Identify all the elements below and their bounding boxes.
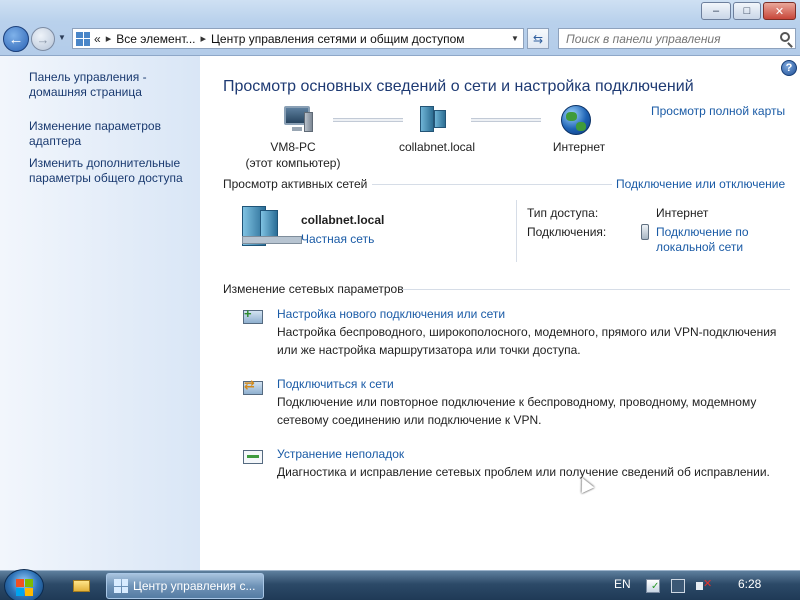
task-troubleshoot[interactable]: Устранение неполадок (277, 447, 404, 461)
nav-advanced-sharing[interactable]: Изменить дополнительные параметры общего… (29, 156, 194, 186)
recent-pages-dropdown[interactable]: ▼ (58, 33, 66, 42)
network-name-label: collabnet.local (398, 140, 476, 154)
network-tray-icon[interactable] (671, 579, 685, 593)
maximize-button[interactable]: □ (733, 2, 761, 20)
taskbar-window-button[interactable]: Центр управления с... (106, 573, 264, 599)
section-divider (372, 184, 612, 185)
taskbar-window-label: Центр управления с... (133, 579, 256, 593)
task-troubleshoot-desc: Диагностика и исправление сетевых пробле… (277, 465, 770, 479)
address-bar[interactable]: « ▸ Все элемент... ▸ Центр управления се… (72, 28, 524, 49)
nav-control-panel-home[interactable]: Панель управления - домашняя страница (29, 70, 194, 100)
search-input[interactable] (559, 31, 769, 46)
forward-button[interactable]: → (31, 27, 55, 51)
network-center-icon (114, 579, 128, 593)
action-center-icon[interactable] (646, 579, 660, 593)
full-map-link[interactable]: Просмотр полной карты (651, 104, 785, 118)
window-titlebar: – □ ✕ ← → ▼ « ▸ Все элемент... ▸ Центр у… (0, 0, 800, 56)
task-connect-network-desc: Подключение или повторное подключение к … (277, 395, 757, 427)
section-divider (402, 289, 790, 290)
clock[interactable]: 6:28 (738, 577, 761, 591)
active-network-name: collabnet.local (301, 213, 385, 227)
breadcrumb-overflow[interactable]: « (94, 32, 101, 46)
active-network-icon[interactable] (242, 206, 302, 248)
breadcrumb-network-center[interactable]: Центр управления сетями и общим доступом (211, 32, 465, 46)
vertical-divider (516, 200, 517, 262)
computer-icon (282, 106, 316, 134)
local-connection-link[interactable]: Подключение по локальной сети (656, 225, 766, 255)
volume-muted-icon[interactable]: ✕ (695, 578, 712, 593)
connection-line (333, 118, 403, 122)
close-button[interactable]: ✕ (763, 2, 796, 20)
explorer-taskbar-button[interactable] (68, 575, 94, 597)
minimize-button[interactable]: – (701, 2, 731, 20)
computer-note: (этот компьютер) (245, 156, 341, 170)
computer-name: VM8-PC (270, 140, 316, 154)
left-nav-pane: Панель управления - домашняя страница Из… (0, 56, 200, 570)
taskbar: Центр управления с... EN ✕ 6:28 (0, 569, 800, 600)
folder-icon (73, 580, 90, 592)
connect-disconnect-link[interactable]: Подключение или отключение (616, 177, 785, 191)
address-dropdown-icon[interactable]: ▼ (507, 34, 523, 43)
ethernet-plug-icon (641, 224, 649, 240)
connect-network-icon: ⇄ (243, 378, 265, 398)
active-networks-heading: Просмотр активных сетей (223, 177, 368, 191)
breadcrumb-separator-icon[interactable]: ▸ (106, 32, 112, 45)
nav-adapter-settings[interactable]: Изменение параметров адаптера (29, 119, 194, 149)
breadcrumb-all-items[interactable]: Все элемент... (116, 32, 195, 46)
troubleshoot-icon (243, 447, 265, 467)
page-title: Просмотр основных сведений о сети и наст… (223, 78, 694, 95)
refresh-button[interactable]: ⇆ (527, 28, 549, 49)
access-type-value: Интернет (656, 206, 709, 220)
internet-globe-icon (561, 105, 591, 135)
task-new-connection-desc: Настройка беспроводного, широкополосного… (277, 325, 777, 357)
network-icon (420, 106, 452, 134)
network-type-link[interactable]: Частная сеть (301, 232, 374, 246)
start-button[interactable] (4, 569, 44, 600)
connection-line (471, 118, 541, 122)
help-icon[interactable]: ? (781, 60, 797, 76)
refresh-icon: ⇆ (532, 31, 544, 46)
back-arrow-icon: ← (8, 30, 24, 48)
control-panel-icon (76, 31, 90, 46)
change-settings-heading: Изменение сетевых параметров (223, 282, 404, 296)
language-indicator[interactable]: EN (614, 577, 631, 591)
connections-label: Подключения: (527, 225, 607, 239)
breadcrumb-separator-icon[interactable]: ▸ (200, 32, 206, 45)
back-button[interactable]: ← (3, 26, 29, 52)
internet-label: Интернет (552, 140, 606, 154)
new-connection-icon: + (243, 307, 265, 327)
task-new-connection[interactable]: Настройка нового подключения или сети (277, 307, 505, 321)
task-connect-network[interactable]: Подключиться к сети (277, 377, 394, 391)
forward-arrow-icon: → (36, 31, 50, 47)
search-box[interactable] (558, 28, 796, 49)
search-icon[interactable] (780, 32, 790, 42)
access-type-label: Тип доступа: (527, 206, 599, 220)
